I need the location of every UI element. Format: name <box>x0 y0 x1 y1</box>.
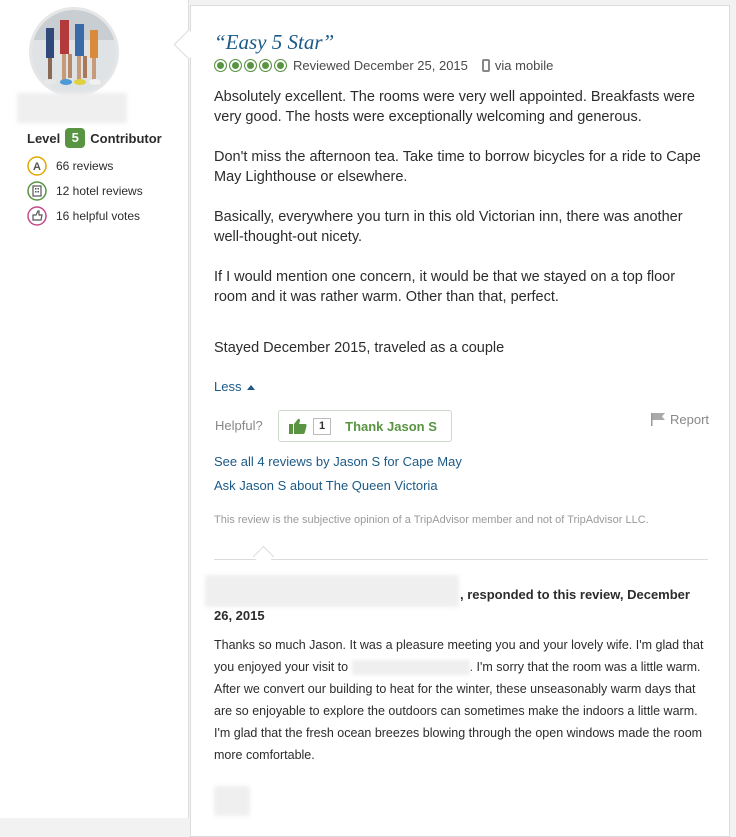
management-response: Thanks so much Jason. It was a pleasure … <box>214 634 708 766</box>
less-toggle[interactable]: Less <box>214 379 256 394</box>
thumbs-up-icon <box>289 418 307 434</box>
review-paragraph: If I would mention one concern, it would… <box>214 269 676 305</box>
divider <box>214 559 708 560</box>
hotel-name-redacted <box>351 660 470 676</box>
hotel-icon <box>27 181 47 201</box>
flag-icon <box>651 413 665 426</box>
helpful-votes-icon <box>27 206 47 226</box>
less-label: Less <box>214 379 242 394</box>
mobile-icon <box>481 59 490 72</box>
stat-text: 16 helpful votes <box>56 209 141 223</box>
level-badge: 5 <box>65 128 86 148</box>
review-title[interactable]: “Easy 5 Star” <box>214 30 334 55</box>
thank-label: Thank Jason S <box>345 418 437 434</box>
stat-reviews[interactable]: A 66 reviews <box>27 156 113 176</box>
see-all-reviews-link[interactable]: See all 4 reviews by Jason S for Cape Ma… <box>214 454 462 469</box>
stay-info: Stayed December 2015, traveled as a coup… <box>214 340 505 356</box>
disclaimer: This review is the subjective opinion of… <box>214 514 649 526</box>
contributor-label: Contributor <box>90 130 162 146</box>
stat-hotel-reviews[interactable]: 12 hotel reviews <box>27 181 143 201</box>
rating-bubble-icon <box>274 59 287 72</box>
thank-reviewer-button[interactable]: 1 Thank Jason S <box>278 410 452 442</box>
level-label: Level <box>27 130 61 146</box>
rating-bubble-icon <box>229 59 242 72</box>
review-date: Reviewed December 25, 2015 <box>293 58 468 73</box>
rating-bubble-icon <box>214 59 227 72</box>
thank-count: 1 <box>313 417 332 435</box>
stat-text: 66 reviews <box>56 159 114 173</box>
reviewer-sidebar: Level 5 Contributor A 66 reviews 12 hote… <box>0 0 189 818</box>
reviewer-name-redacted <box>17 93 127 123</box>
rating-bubbles <box>214 59 289 72</box>
stat-helpful-votes[interactable]: 16 helpful votes <box>27 206 140 226</box>
reviewer-avatar[interactable] <box>29 7 119 97</box>
stat-text: 12 hotel reviews <box>56 184 143 198</box>
helpful-label: Helpful? <box>215 418 263 433</box>
svg-text:A: A <box>33 161 41 173</box>
report-button[interactable]: Report <box>651 412 709 427</box>
review-paragraph: Absolutely excellent. The rooms were ver… <box>214 89 695 125</box>
caret-up-icon <box>247 385 256 391</box>
ask-reviewer-link[interactable]: Ask Jason S about The Queen Victoria <box>214 478 438 493</box>
contributor-level: Level 5 Contributor <box>27 128 162 148</box>
report-label: Report <box>670 412 710 427</box>
rating-bubble-icon <box>244 59 257 72</box>
review-paragraph: Don't miss the afternoon tea. Take time … <box>214 149 701 185</box>
contributor-icon: A <box>27 156 47 176</box>
review-paragraph: Basically, everywhere you turn in this o… <box>214 209 683 245</box>
rating-bubble-icon <box>259 59 272 72</box>
avatar-photo-icon <box>32 10 116 94</box>
response-text-end: . I'm sorry that the room was a little w… <box>214 660 703 762</box>
response-heading: , responded to this review, December 26,… <box>214 587 690 623</box>
via-mobile: via mobile <box>494 58 554 73</box>
review-body: Absolutely excellent. The rooms were ver… <box>214 87 704 327</box>
rating-row: Reviewed December 25, 2015 via mobile <box>214 58 553 73</box>
responder-avatar-redacted <box>214 786 250 816</box>
